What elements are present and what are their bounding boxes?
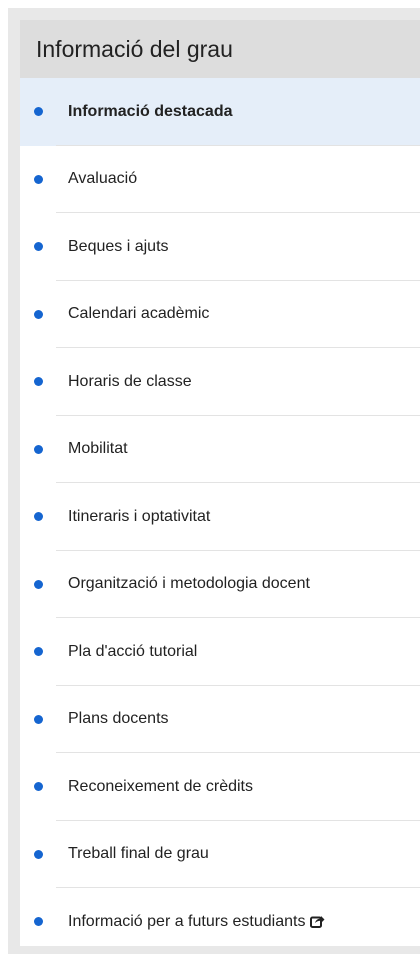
sidebar-item-label-wrapper: Informació per a futurs estudiants bbox=[68, 913, 325, 931]
bullet-icon bbox=[34, 512, 43, 522]
sidebar-item-informacio-destacada[interactable]: Informació destacada bbox=[20, 78, 420, 146]
sidebar-item-reconeixement-de-credits[interactable]: Reconeixement de crèdits bbox=[20, 753, 420, 821]
sidebar-item-itineraris-i-optativitat[interactable]: Itineraris i optativitat bbox=[20, 483, 420, 551]
sidebar-item-label: Plans docents bbox=[68, 710, 169, 728]
bullet-icon bbox=[34, 714, 43, 724]
sidebar-item-informacio-per-a-futurs-estudiants[interactable]: Informació per a futurs estudiants bbox=[20, 888, 420, 956]
sidebar-menu: Informació destacada Avaluació Beques i … bbox=[20, 78, 420, 956]
sidebar-item-label: Beques i ajuts bbox=[68, 237, 169, 255]
bullet-icon bbox=[34, 242, 43, 252]
sidebar-header: Informació del grau bbox=[20, 20, 420, 78]
sidebar-inner: Informació del grau Informació destacada… bbox=[20, 20, 420, 946]
sidebar-item-calendari-academic[interactable]: Calendari acadèmic bbox=[20, 281, 420, 349]
sidebar-item-label: Informació per a futurs estudiants bbox=[68, 912, 306, 930]
sidebar-item-label: Pla d'acció tutorial bbox=[68, 642, 198, 660]
sidebar-item-horaris-de-classe[interactable]: Horaris de classe bbox=[20, 348, 420, 416]
sidebar-item-label: Reconeixement de crèdits bbox=[68, 777, 253, 795]
sidebar-item-label: Calendari acadèmic bbox=[68, 305, 210, 323]
sidebar-item-plans-docents[interactable]: Plans docents bbox=[20, 686, 420, 754]
bullet-icon bbox=[34, 444, 43, 454]
sidebar-item-label: Avaluació bbox=[68, 170, 138, 188]
external-link-icon bbox=[310, 915, 325, 928]
sidebar-item-label: Informació destacada bbox=[68, 102, 233, 120]
bullet-icon bbox=[34, 647, 43, 657]
sidebar-item-avaluacio[interactable]: Avaluació bbox=[20, 146, 420, 214]
bullet-icon bbox=[34, 174, 43, 184]
sidebar-item-treball-final-de-grau[interactable]: Treball final de grau bbox=[20, 821, 420, 889]
sidebar-item-label: Horaris de classe bbox=[68, 372, 192, 390]
sidebar-item-organitzacio-i-metodologia-docent[interactable]: Organització i metodologia docent bbox=[20, 551, 420, 619]
bullet-icon bbox=[34, 579, 43, 589]
sidebar-item-pla-d-accio-tutorial[interactable]: Pla d'acció tutorial bbox=[20, 618, 420, 686]
sidebar-item-label: Treball final de grau bbox=[68, 845, 209, 863]
bullet-icon bbox=[34, 107, 43, 117]
sidebar-item-label: Mobilitat bbox=[68, 440, 128, 458]
bullet-icon bbox=[34, 917, 43, 927]
degree-info-sidebar: Informació del grau Informació destacada… bbox=[8, 8, 420, 954]
sidebar-title: Informació del grau bbox=[36, 35, 233, 62]
sidebar-item-mobilitat[interactable]: Mobilitat bbox=[20, 416, 420, 484]
bullet-icon bbox=[34, 309, 43, 319]
bullet-icon bbox=[34, 377, 43, 387]
bullet-icon bbox=[34, 782, 43, 792]
sidebar-item-beques-i-ajuts[interactable]: Beques i ajuts bbox=[20, 213, 420, 281]
sidebar-item-label: Organització i metodologia docent bbox=[68, 575, 310, 593]
bullet-icon bbox=[34, 849, 43, 859]
sidebar-item-label: Itineraris i optativitat bbox=[68, 507, 211, 525]
